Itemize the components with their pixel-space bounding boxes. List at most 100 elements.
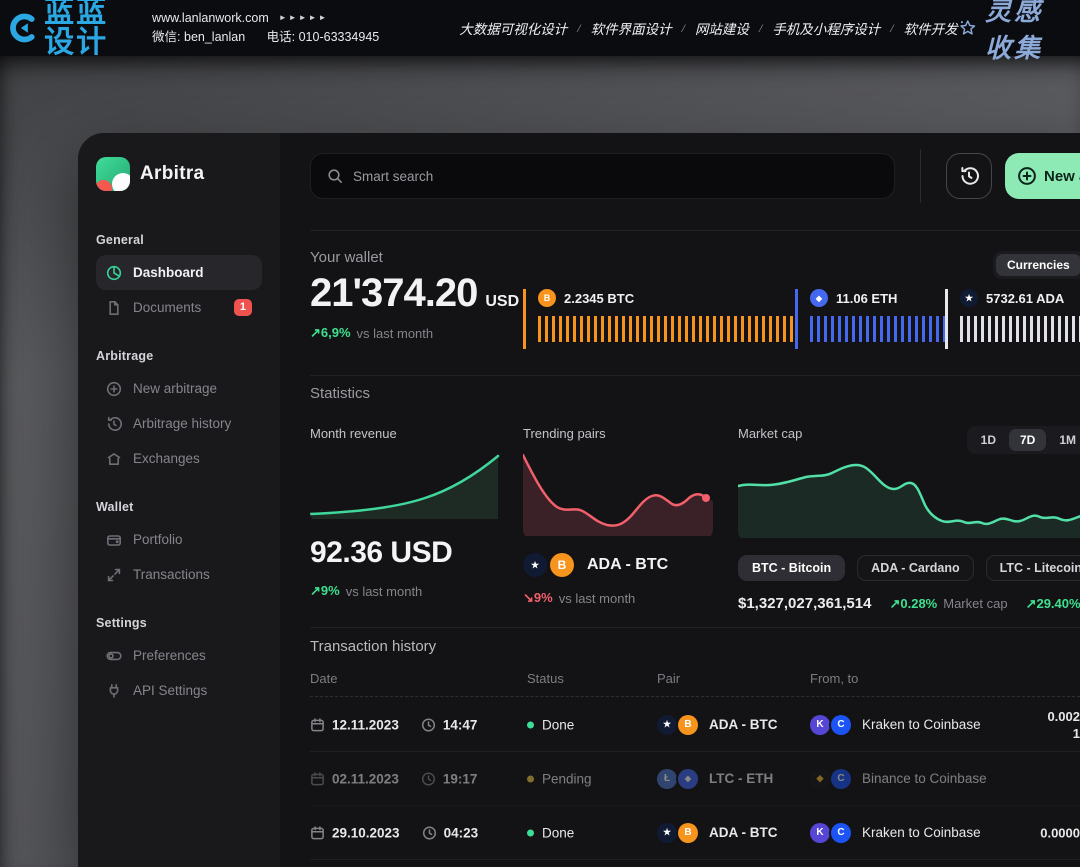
trending-pairs-chart (523, 451, 713, 541)
dashboard-window: Arbitra General Dashboard Documents 1 Ar… (78, 133, 1080, 867)
range-1d[interactable]: 1D (970, 429, 1007, 451)
sidebar-item-exchanges[interactable]: Exchanges (96, 441, 262, 476)
sidebar-item-dashboard[interactable]: Dashboard (96, 255, 262, 290)
sidebar-item-label: Preferences (133, 648, 206, 663)
revenue-change-value: 9% (321, 583, 340, 598)
table-row[interactable]: 02.11.2023 19:17 Pending Ł ◆ LTC - ETH ◆… (310, 752, 1080, 806)
banner-nav-item-website[interactable]: 网站建设 (695, 18, 749, 38)
main-content: New a Your wallet Currencies E 21'374.20… (280, 133, 1080, 867)
coin-pill-btc[interactable]: BTC - Bitcoin (738, 555, 845, 581)
sidebar-item-transactions[interactable]: Transactions (96, 557, 262, 592)
search-input[interactable] (353, 169, 878, 184)
banner-website: www.lanlanwork.com (152, 9, 269, 28)
search-input-wrapper[interactable] (310, 153, 895, 199)
table-row[interactable]: 12.11.2023 14:47 Done ★ B ADA - BTC K C … (310, 698, 1080, 752)
calendar-icon (310, 771, 325, 786)
wallet-change-value: 6,9% (321, 325, 351, 340)
trending-pair[interactable]: ★ B ADA - BTC (523, 553, 713, 577)
tx-status: Pending (542, 771, 592, 786)
trending-change: ↘9% vs last month (523, 590, 713, 606)
file-icon (106, 300, 122, 316)
sidebar-item-portfolio[interactable]: Portfolio (96, 522, 262, 557)
coin-pill-ada[interactable]: ADA - Cardano (857, 555, 973, 581)
banner-wechat: 微信: ben_lanlan (152, 30, 245, 44)
holding-ada[interactable]: ★ 5732.61 ADA (945, 289, 1080, 349)
clock-icon (421, 771, 436, 786)
binance-icon: ◆ (810, 769, 830, 789)
trending-pairs-card: Trending pairs ★ B ADA - BTC ↘9% vs last… (523, 426, 713, 606)
tx-date: 12.11.2023 (332, 717, 399, 732)
sidebar-item-new-arbitrage[interactable]: New arbitrage (96, 371, 262, 406)
section-title-arbitrage: Arbitrage (96, 349, 262, 363)
coin-pill-ltc[interactable]: LTC - Litecoin (986, 555, 1080, 581)
btc-bars (538, 316, 795, 342)
wallet-icon (106, 532, 122, 548)
banner-nav-item-software-ui[interactable]: 软件界面设计 (591, 18, 672, 38)
tx-date: 02.11.2023 (332, 771, 399, 786)
range-7d[interactable]: 7D (1009, 429, 1046, 451)
lanlan-logo-icon (10, 8, 38, 48)
ada-icon: ★ (960, 289, 978, 307)
lanlan-logo[interactable]: 蓝蓝设计 (10, 0, 134, 58)
market-cap-value: $1,327,027,361,514 (738, 595, 871, 612)
sidebar-item-label: New arbitrage (133, 381, 217, 396)
arbitra-logo-icon (96, 157, 130, 191)
clock-icon (421, 717, 436, 732)
table-row[interactable]: 29.10.2023 04:23 Done ★ B ADA - BTC K C … (310, 806, 1080, 860)
promo-banner: 蓝蓝设计 www.lanlanwork.com ►►►►► 微信: ben_la… (0, 0, 1080, 56)
holding-btc[interactable]: B 2.2345 BTC (523, 289, 795, 349)
trending-pairs-label: Trending pairs (523, 426, 713, 441)
history-icon (106, 416, 122, 432)
tx-status: Done (542, 717, 574, 732)
view-currencies[interactable]: Currencies (996, 254, 1080, 276)
tx-pair: ADA - BTC (709, 825, 778, 840)
holding-amount: 2.2345 BTC (564, 291, 634, 306)
btc-icon: B (550, 553, 574, 577)
ada-icon: ★ (523, 553, 547, 577)
trending-change-value: 9% (534, 590, 553, 605)
market-cap-card: Market cap 1D 7D 1M BTC - Bitcoin ADA - … (738, 426, 1080, 612)
calendar-icon (310, 717, 325, 732)
sidebar-item-label: Dashboard (133, 265, 204, 280)
coin-filter-pills: BTC - Bitcoin ADA - Cardano LTC - Liteco… (738, 555, 1080, 581)
btc-icon: B (538, 289, 556, 307)
btc-icon: B (678, 823, 698, 843)
sidebar-item-documents[interactable]: Documents 1 (96, 290, 262, 325)
inspiration-collect-link[interactable]: 灵感收集 (958, 0, 1066, 65)
sidebar-item-api-settings[interactable]: API Settings (96, 673, 262, 708)
sidebar-item-arbitrage-history[interactable]: Arbitrage history (96, 406, 262, 441)
new-arbitrage-button[interactable]: New a (1005, 153, 1080, 199)
range-toggle: 1D 7D 1M (967, 426, 1080, 454)
plus-circle-icon (1017, 166, 1037, 186)
trend-up-icon: ↗ (310, 583, 321, 598)
wallet-view-toggle: Currencies E (993, 251, 1080, 279)
revenue-change-note: vs last month (346, 584, 423, 599)
banner-nav: 大数据可视化设计 / 软件界面设计 / 网站建设 / 手机及小程序设计 / 软件… (459, 18, 957, 38)
app-name: Arbitra (140, 163, 204, 185)
column-pair: Pair (657, 671, 680, 686)
nav-separator: / (682, 21, 685, 36)
app-logo[interactable]: Arbitra (96, 157, 262, 191)
divider (310, 230, 1080, 231)
history-button[interactable] (946, 153, 992, 199)
balance-amount: 21'374.20 (310, 271, 477, 316)
holding-amount: 5732.61 ADA (986, 291, 1064, 306)
section-title-wallet: Wallet (96, 500, 262, 514)
status-dot-pending (527, 775, 534, 782)
market-cap-stats: $1,327,027,361,514 ↗0.28% Market cap ↗29… (738, 595, 1080, 612)
sidebar: Arbitra General Dashboard Documents 1 Ar… (78, 133, 280, 867)
topbar-divider (920, 149, 921, 203)
banner-nav-item-mobile[interactable]: 手机及小程序设计 (772, 18, 880, 38)
sidebar-item-preferences[interactable]: Preferences (96, 638, 262, 673)
tx-from-to: Kraken to Coinbase (862, 717, 981, 732)
trend-up-icon: ↗ (1026, 596, 1037, 611)
holding-eth[interactable]: ◆ 11.06 ETH (795, 289, 945, 349)
market-cap-label: Market cap (738, 426, 802, 441)
holding-amount: 11.06 ETH (836, 291, 897, 306)
documents-badge: 1 (234, 299, 252, 316)
status-dot-done (527, 829, 534, 836)
collect-label: 灵感收集 (985, 0, 1066, 65)
range-1m[interactable]: 1M (1048, 429, 1080, 451)
banner-nav-item-bigdata[interactable]: 大数据可视化设计 (459, 18, 567, 38)
banner-nav-item-dev[interactable]: 软件开发 (904, 18, 958, 38)
